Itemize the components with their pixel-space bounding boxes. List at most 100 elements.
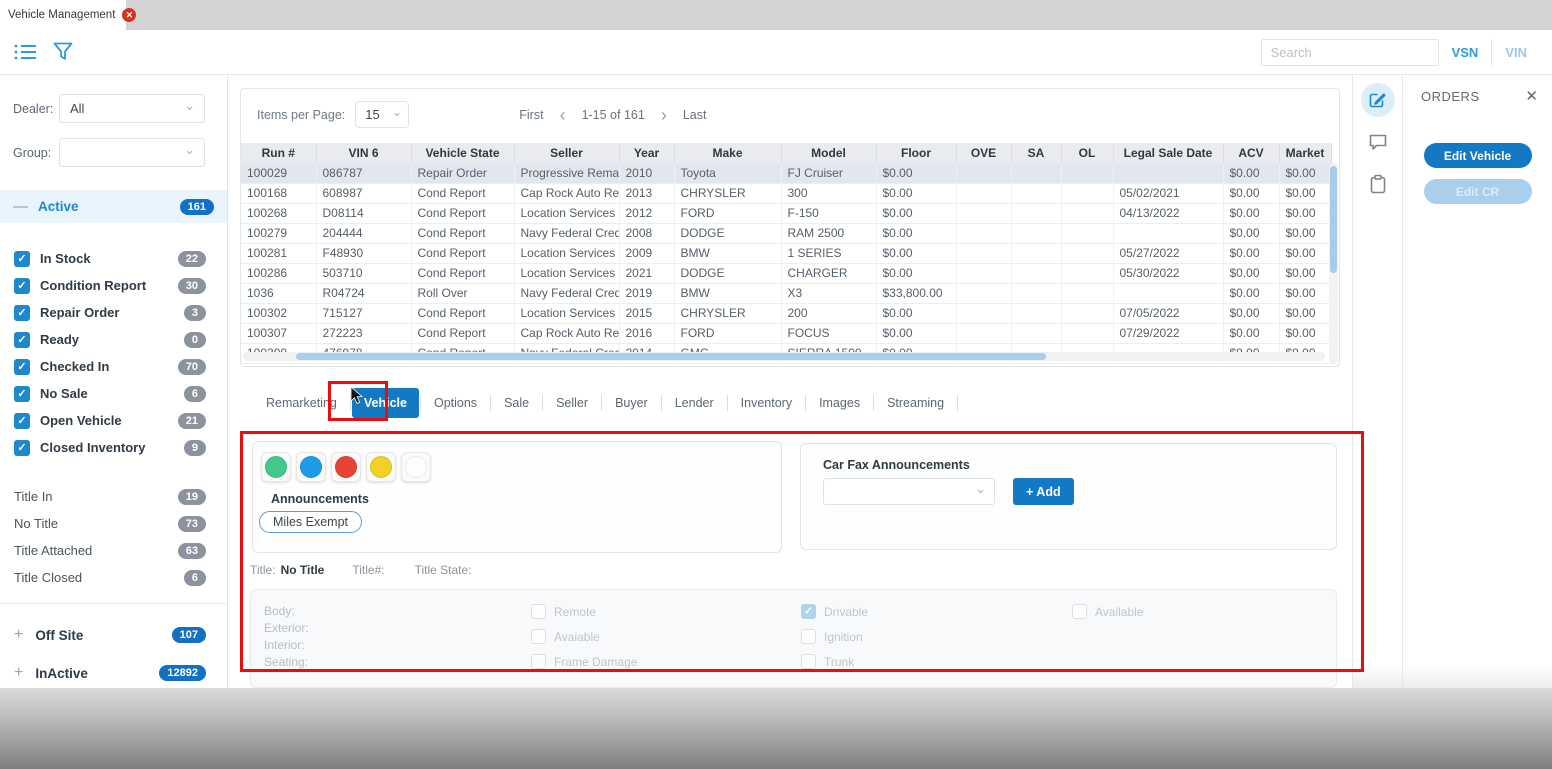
- orders-close-icon[interactable]: ✕: [1525, 87, 1538, 105]
- table-row[interactable]: 100168608987Cond ReportCap Rock Auto Re.…: [241, 183, 1331, 203]
- sidebar-filter-in-stock[interactable]: ✓In Stock22: [0, 245, 227, 272]
- count-badge: 21: [178, 413, 206, 429]
- table-row[interactable]: 100281F48930Cond ReportLocation Services…: [241, 243, 1331, 263]
- count-badge: 12892: [159, 665, 206, 681]
- sidebar-filter-ready[interactable]: ✓Ready0: [0, 326, 227, 353]
- group-select[interactable]: ⌄: [59, 138, 205, 167]
- red-light[interactable]: [331, 452, 361, 482]
- horizontal-scrollbar-thumb[interactable]: [296, 353, 1046, 360]
- tab-close-icon[interactable]: ✕: [122, 8, 136, 22]
- prev-page-icon[interactable]: ‹: [560, 109, 566, 121]
- condition-checkboxes-col3: Available: [1072, 604, 1143, 619]
- active-section-header[interactable]: — Active 161: [0, 190, 227, 223]
- vsn-button[interactable]: VSN: [1439, 39, 1493, 66]
- tab-divider: [805, 395, 806, 411]
- vertical-scrollbar[interactable]: [1329, 163, 1338, 364]
- vin-button[interactable]: VIN: [1492, 39, 1540, 66]
- green-light[interactable]: [261, 452, 291, 482]
- filter-icon[interactable]: [53, 42, 73, 61]
- column-header-seller[interactable]: Seller: [514, 143, 619, 163]
- column-header-year[interactable]: Year: [619, 143, 674, 163]
- table-row[interactable]: 100268D08114Cond ReportLocation Services…: [241, 203, 1331, 223]
- clipboard-icon[interactable]: [1361, 167, 1395, 201]
- blue-light[interactable]: [296, 452, 326, 482]
- column-header-legal-sale-date[interactable]: Legal Sale Date: [1113, 143, 1223, 163]
- announcement-tag-miles-exempt[interactable]: Miles Exempt: [259, 511, 362, 533]
- table-row[interactable]: 100029086787Repair OrderProgressive Rema…: [241, 163, 1331, 183]
- column-header-acv[interactable]: ACV: [1223, 143, 1279, 163]
- checkbox-checked-icon[interactable]: ✓: [14, 413, 30, 429]
- column-header-ol[interactable]: OL: [1061, 143, 1113, 163]
- tab-buyer[interactable]: Buyer: [603, 388, 660, 418]
- checkbox-checked-icon[interactable]: ✓: [14, 440, 30, 456]
- sidebar-filter-closed-inventory[interactable]: ✓Closed Inventory9: [0, 434, 227, 461]
- last-page-button[interactable]: Last: [683, 108, 707, 122]
- sidebar-filter-no-sale[interactable]: ✓No Sale6: [0, 380, 227, 407]
- sidebar-title-filter-title-in[interactable]: Title In19: [0, 483, 227, 510]
- horizontal-scrollbar[interactable]: [243, 352, 1325, 361]
- edit-cr-button[interactable]: Edit CR: [1424, 179, 1532, 204]
- expand-plus-icon[interactable]: +: [14, 664, 23, 682]
- tab-vehicle[interactable]: Vehicle: [352, 388, 419, 418]
- column-header-model[interactable]: Model: [781, 143, 876, 163]
- sidebar-section-inactive[interactable]: +InActive12892: [0, 654, 227, 692]
- white-light[interactable]: [401, 452, 431, 482]
- checkbox-checked-icon[interactable]: ✓: [14, 251, 30, 267]
- sidebar-filter-checked-in[interactable]: ✓Checked In70: [0, 353, 227, 380]
- table-row[interactable]: 100279204444Cond ReportNavy Federal Cred…: [241, 223, 1331, 243]
- checkbox-checked-icon[interactable]: ✓: [14, 332, 30, 348]
- column-header-vehicle-state[interactable]: Vehicle State: [411, 143, 514, 163]
- tab-divider: [490, 395, 491, 411]
- tab-remarketing[interactable]: Remarketing: [254, 388, 349, 418]
- tab-streaming[interactable]: Streaming: [875, 388, 956, 418]
- sidebar-filter-open-vehicle[interactable]: ✓Open Vehicle21: [0, 407, 227, 434]
- vehicle-management-tab[interactable]: Vehicle Management ✕: [0, 0, 126, 30]
- checkbox-checked-icon[interactable]: ✓: [14, 305, 30, 321]
- add-announcement-button[interactable]: + Add: [1013, 478, 1074, 505]
- collapse-minus-icon[interactable]: —: [13, 198, 28, 215]
- table-row[interactable]: 100307272223Cond ReportCap Rock Auto Re.…: [241, 323, 1331, 343]
- column-header-vin-6[interactable]: VIN 6: [316, 143, 411, 163]
- tab-inventory[interactable]: Inventory: [729, 388, 804, 418]
- comments-icon[interactable]: [1361, 125, 1395, 159]
- vertical-scrollbar-thumb[interactable]: [1330, 166, 1337, 273]
- carfax-select[interactable]: ⌄: [823, 478, 995, 505]
- edit-vehicle-button[interactable]: Edit Vehicle: [1424, 143, 1532, 168]
- column-header-make[interactable]: Make: [674, 143, 781, 163]
- sidebar-filter-condition-report[interactable]: ✓Condition Report30: [0, 272, 227, 299]
- tab-options[interactable]: Options: [422, 388, 489, 418]
- checkbox-checked-icon[interactable]: ✓: [14, 278, 30, 294]
- tab-sale[interactable]: Sale: [492, 388, 541, 418]
- column-header-floor[interactable]: Floor: [876, 143, 956, 163]
- list-view-icon[interactable]: [14, 43, 37, 61]
- first-page-button[interactable]: First: [519, 108, 543, 122]
- sidebar-title-filter-title-closed[interactable]: Title Closed6: [0, 564, 227, 591]
- checkbox-checked-icon[interactable]: ✓: [14, 386, 30, 402]
- items-per-page-select[interactable]: 15 ⌄: [355, 101, 409, 128]
- dealer-select[interactable]: All ⌄: [59, 94, 205, 123]
- table-row[interactable]: 100302715127Cond ReportLocation Services…: [241, 303, 1331, 323]
- tab-lender[interactable]: Lender: [663, 388, 726, 418]
- yellow-light[interactable]: [366, 452, 396, 482]
- next-page-icon[interactable]: ›: [661, 109, 667, 121]
- sidebar-title-filter-title-attached[interactable]: Title Attached63: [0, 537, 227, 564]
- sidebar-title-filter-no-title[interactable]: No Title73: [0, 510, 227, 537]
- sidebar-filter-repair-order[interactable]: ✓Repair Order3: [0, 299, 227, 326]
- sidebar-section-off-site[interactable]: +Off Site107: [0, 616, 227, 654]
- tab-seller[interactable]: Seller: [544, 388, 600, 418]
- search-input[interactable]: [1261, 39, 1439, 66]
- column-header-market[interactable]: Market: [1279, 143, 1331, 163]
- table-row[interactable]: 1036R04724Roll OverNavy Federal Credi...…: [241, 283, 1331, 303]
- sidebar: Dealer: All ⌄ Group: ⌄ — Active 161 ✓In …: [0, 75, 228, 688]
- window-bottom-gradient: [0, 688, 1552, 769]
- column-header-sa[interactable]: SA: [1011, 143, 1061, 163]
- column-header-ove[interactable]: OVE: [956, 143, 1011, 163]
- count-badge: 63: [178, 543, 206, 559]
- edit-orders-icon[interactable]: [1361, 83, 1395, 117]
- checkbox-checked-icon[interactable]: ✓: [14, 359, 30, 375]
- tab-images[interactable]: Images: [807, 388, 872, 418]
- table-row[interactable]: 100286503710Cond ReportLocation Services…: [241, 263, 1331, 283]
- column-header-run-[interactable]: Run #: [241, 143, 316, 163]
- condition-checkbox-remote: Remote: [531, 604, 637, 619]
- expand-plus-icon[interactable]: +: [14, 626, 23, 644]
